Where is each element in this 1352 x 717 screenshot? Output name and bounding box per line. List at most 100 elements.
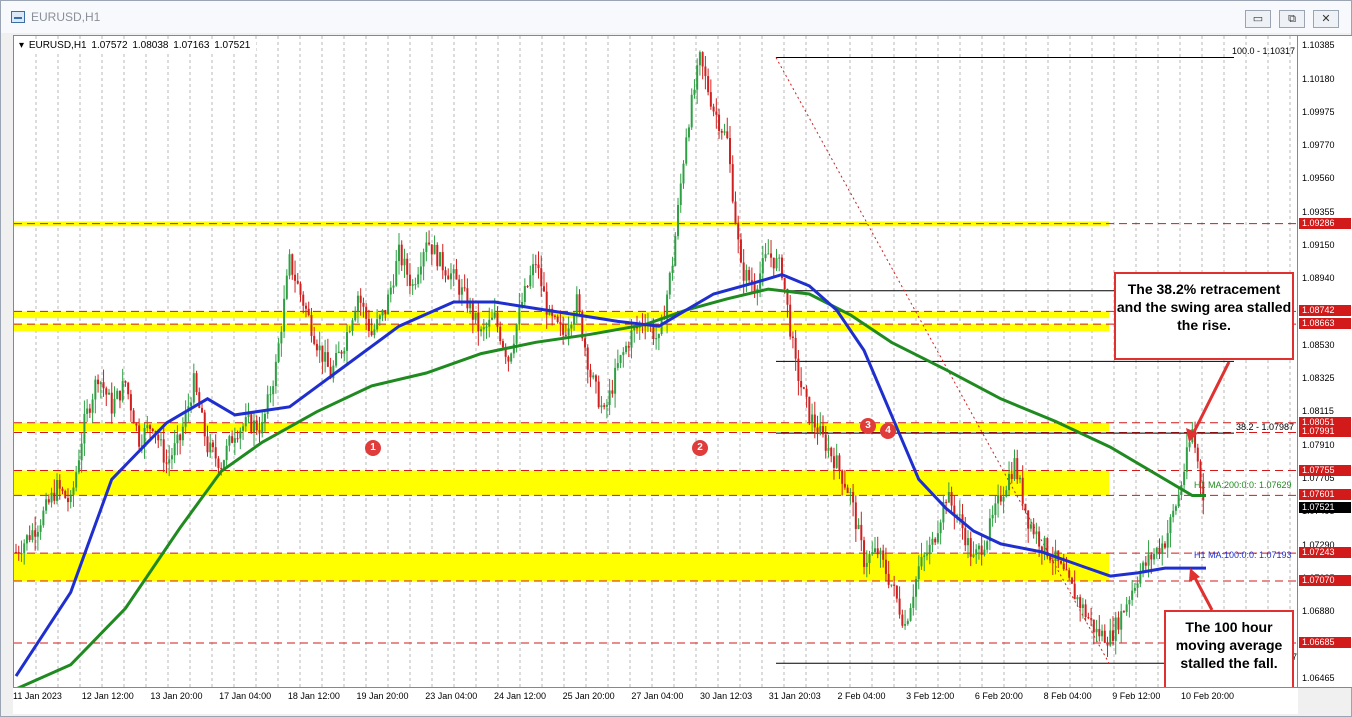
- candle-body: [365, 306, 368, 319]
- candle-body: [824, 434, 827, 451]
- candle-body: [912, 596, 915, 608]
- candle-body: [865, 562, 868, 567]
- dropdown-triangle-icon[interactable]: ▾: [19, 40, 24, 51]
- candle-body: [619, 355, 622, 364]
- candle-body: [871, 552, 874, 555]
- candle-body: [742, 262, 745, 281]
- candle-body: [1153, 553, 1156, 560]
- candle-body: [540, 268, 543, 287]
- candle-body: [819, 426, 822, 435]
- candle-body: [242, 426, 245, 431]
- candle-body: [685, 137, 688, 164]
- candle-body: [835, 455, 838, 468]
- candle-body: [1122, 611, 1125, 613]
- minimize-button[interactable]: ▭: [1245, 10, 1271, 28]
- support-resistance-zone: [14, 324, 1109, 332]
- fib-level-label: 100.0 - 1.10317: [1232, 46, 1296, 57]
- candle-body: [211, 442, 214, 448]
- candle-body: [1027, 510, 1030, 529]
- candle-body: [1095, 628, 1098, 633]
- candle-body: [449, 273, 452, 280]
- price-tick-label: 1.09770: [1302, 139, 1335, 150]
- candle-body: [23, 543, 26, 554]
- candle-body: [967, 538, 969, 546]
- restore-button[interactable]: ⧉: [1279, 10, 1305, 28]
- close-value: 1.07521: [214, 40, 251, 51]
- candle-body: [1002, 496, 1005, 502]
- candle-body: [556, 316, 559, 323]
- candle-body: [61, 488, 64, 491]
- candle-body: [950, 491, 953, 506]
- candle-body: [1043, 538, 1046, 552]
- candle-body: [830, 447, 833, 457]
- candle-body: [603, 405, 606, 407]
- candle-body: [1068, 570, 1071, 578]
- close-button[interactable]: ✕: [1313, 10, 1339, 28]
- candle-body: [622, 352, 625, 356]
- candle-body: [608, 390, 611, 406]
- candle-body: [397, 244, 400, 262]
- candle-body: [605, 405, 608, 407]
- candle-body: [261, 422, 264, 434]
- symbol-label: EURUSD,H1: [28, 40, 87, 51]
- candle-body: [873, 548, 876, 553]
- candle-body: [422, 252, 425, 267]
- candle-body: [157, 434, 160, 441]
- candle-body: [690, 94, 693, 128]
- candle-body: [403, 258, 406, 266]
- candle-body: [127, 382, 130, 395]
- candle-body: [499, 326, 502, 342]
- candle-body: [425, 242, 428, 253]
- candle-body: [337, 351, 340, 354]
- candle-body: [1065, 569, 1068, 571]
- candle-body: [1010, 474, 1013, 479]
- support-resistance-zone: [14, 422, 1109, 432]
- candle-body: [428, 242, 431, 245]
- candle-body: [31, 530, 34, 540]
- candle-body: [841, 470, 844, 484]
- candle-body: [324, 352, 327, 362]
- time-tick-label: 6 Feb 20:00: [974, 691, 1023, 701]
- candle-body: [1128, 599, 1131, 605]
- price-level-badge: 1.06685: [1299, 637, 1351, 649]
- candle-body: [578, 294, 581, 312]
- time-tick-label: 12 Jan 12:00: [81, 691, 134, 701]
- candle-body: [1174, 506, 1177, 511]
- candle-body: [173, 443, 176, 456]
- chart-plot-area[interactable]: ▾ EURUSD,H1 1.07572 1.08038 1.07163 1.07…: [13, 35, 1298, 688]
- candle-body: [1049, 556, 1052, 561]
- candle-body: [430, 244, 433, 255]
- candle-body: [463, 287, 466, 289]
- candle-body: [389, 287, 392, 295]
- candle-body: [1133, 587, 1136, 591]
- candle-body: [1109, 630, 1112, 646]
- candle-body: [436, 244, 439, 267]
- window-title: EURUSD,H1: [31, 10, 101, 24]
- candle-body: [247, 414, 250, 418]
- candle-body: [302, 294, 305, 306]
- candle-body: [1155, 548, 1158, 554]
- candle-body: [121, 381, 124, 401]
- candle-body: [761, 258, 764, 274]
- price-level-badge: 1.07070: [1299, 574, 1351, 586]
- candle-body: [975, 549, 978, 555]
- candle-body: [726, 131, 729, 139]
- candle-body: [764, 254, 767, 259]
- price-chart-svg: [14, 36, 1297, 687]
- candle-body: [564, 334, 567, 336]
- candle-body: [1158, 548, 1161, 554]
- candle-body: [313, 335, 316, 344]
- candle-body: [778, 257, 781, 259]
- candle-body: [491, 317, 493, 320]
- candle-body: [263, 413, 266, 423]
- candle-body: [1092, 619, 1095, 633]
- candle-body: [936, 533, 939, 543]
- candle-body: [917, 566, 920, 580]
- candle-body: [1084, 604, 1087, 617]
- candle-body: [575, 294, 578, 316]
- candle-body: [682, 163, 685, 184]
- candle-body: [58, 480, 61, 489]
- candle-body: [915, 579, 918, 597]
- price-level-badge: 1.07601: [1299, 489, 1351, 501]
- candle-body: [532, 264, 535, 276]
